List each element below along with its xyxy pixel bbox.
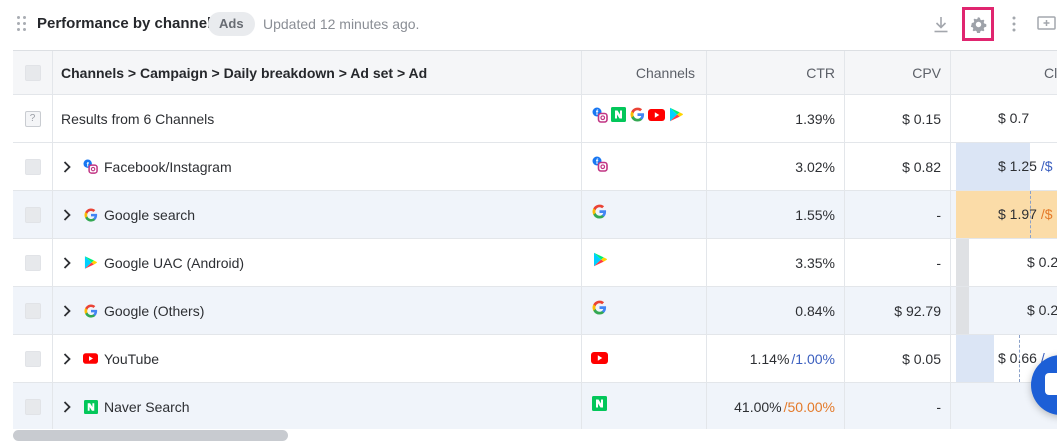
benchmark-bar (956, 287, 969, 334)
more-vertical-icon[interactable] (1001, 11, 1027, 37)
row-cl: $ 0.2 (1027, 302, 1057, 318)
row-ctr: 0.84% (795, 302, 835, 319)
google-play-icon (591, 251, 608, 268)
table-header-row: Channels > Campaign > Daily breakdown > … (13, 51, 1057, 95)
row-cl-benchmark: /$ (1040, 206, 1053, 222)
google-icon (591, 203, 608, 220)
google-play-icon (667, 106, 684, 123)
facebook-instagram-icon: f (591, 155, 608, 172)
row-cl: $ 0.2 (1027, 254, 1057, 270)
row-cpv: - (936, 398, 941, 415)
row-cl: $ 1.25 (998, 158, 1037, 174)
google-icon (629, 106, 646, 123)
table-row[interactable]: f Facebook/Instagram f 3.02% $ 0.82 $ 1.… (13, 143, 1057, 191)
summary-channel-icons: f (582, 95, 707, 142)
youtube-icon (591, 349, 608, 366)
ads-badge: Ads (208, 12, 255, 36)
chevron-right-icon[interactable] (61, 160, 73, 174)
row-checkbox[interactable] (24, 398, 41, 415)
table-row[interactable]: Google search 1.55% - $ 1.97 /$ (13, 191, 1057, 239)
row-cpv: $ 0.82 (902, 158, 941, 175)
row-checkbox[interactable] (24, 350, 41, 367)
chevron-right-icon[interactable] (61, 208, 73, 222)
naver-icon (591, 395, 608, 412)
row-name[interactable]: Google (Others) (104, 303, 204, 319)
drag-handle-icon[interactable] (17, 16, 27, 32)
row-ctr: 1.55% (795, 206, 835, 223)
add-panel-icon[interactable] (1034, 11, 1057, 37)
naver-icon (610, 106, 627, 123)
chevron-right-icon[interactable] (61, 304, 73, 318)
summary-ctr: 1.39% (707, 95, 845, 142)
row-cpv: - (936, 254, 941, 271)
row-cl: $ 0.66 (998, 350, 1037, 366)
row-name[interactable]: Facebook/Instagram (104, 159, 232, 175)
row-ctr: 3.35% (795, 254, 835, 271)
select-all-checkbox[interactable] (24, 64, 41, 81)
table-row[interactable]: Naver Search 41.00%/50.00% - (13, 383, 1057, 429)
google-icon (83, 207, 98, 222)
naver-icon (83, 399, 98, 414)
summary-label: Results from 6 Channels (53, 95, 582, 142)
youtube-icon (648, 106, 665, 123)
benchmark-bar (956, 239, 969, 286)
row-checkbox[interactable] (24, 254, 41, 271)
performance-table: Channels > Campaign > Daily breakdown > … (13, 50, 1057, 429)
summary-row: ? Results from 6 Channels f 1.39% $ 0.15… (13, 95, 1057, 143)
google-icon (591, 299, 608, 316)
table-row[interactable]: YouTube 1.14%/1.00% $ 0.05 $ 0.66 / (13, 335, 1057, 383)
youtube-icon (83, 351, 98, 366)
gear-icon (970, 16, 987, 33)
widget-header: Performance by channel Ads Updated 12 mi… (0, 0, 1057, 50)
download-icon[interactable] (928, 11, 954, 37)
column-header-cpv[interactable]: CPV (845, 51, 951, 94)
row-cl-benchmark: /$ (1040, 158, 1053, 174)
row-name[interactable]: YouTube (104, 351, 159, 367)
widget-title: Performance by channel (37, 15, 212, 32)
row-cl: $ 1.97 (998, 206, 1037, 222)
updated-timestamp: Updated 12 minutes ago. (263, 16, 420, 32)
row-cpv: - (936, 206, 941, 223)
summary-cpv: $ 0.15 (845, 95, 951, 142)
row-name[interactable]: Naver Search (104, 399, 190, 415)
chevron-right-icon[interactable] (61, 256, 73, 270)
help-icon[interactable]: ? (24, 110, 41, 127)
row-checkbox[interactable] (24, 206, 41, 223)
google-play-icon (83, 255, 98, 270)
table-row[interactable]: Google (Others) 0.84% $ 92.79 $ 0.2 (13, 287, 1057, 335)
chevron-right-icon[interactable] (61, 352, 73, 366)
row-ctr-benchmark: /50.00% (783, 398, 835, 415)
settings-button[interactable] (962, 7, 994, 41)
google-icon (83, 303, 98, 318)
facebook-instagram-icon: f (591, 106, 608, 123)
column-header-cl[interactable]: Cl (951, 51, 1057, 94)
row-name[interactable]: Google search (104, 207, 195, 223)
column-header-breakdown[interactable]: Channels > Campaign > Daily breakdown > … (53, 51, 582, 94)
row-name[interactable]: Google UAC (Android) (104, 255, 244, 271)
horizontal-scrollbar[interactable] (13, 430, 288, 441)
column-header-channels[interactable]: Channels (582, 51, 707, 94)
chat-icon (1045, 373, 1057, 395)
summary-cl: $ 0.7 (998, 110, 1030, 126)
row-ctr-benchmark: /1.00% (791, 350, 835, 367)
facebook-instagram-icon: f (83, 159, 98, 174)
column-header-ctr[interactable]: CTR (707, 51, 845, 94)
row-cpv: $ 92.79 (894, 302, 941, 319)
row-cpv: $ 0.05 (902, 350, 941, 367)
row-ctr: 3.02% (795, 158, 835, 175)
chevron-right-icon[interactable] (61, 400, 73, 414)
row-ctr: 41.00% (734, 398, 782, 415)
benchmark-bar (956, 335, 994, 382)
row-checkbox[interactable] (24, 158, 41, 175)
table-row[interactable]: Google UAC (Android) 3.35% - $ 0.2 (13, 239, 1057, 287)
row-ctr: 1.14% (749, 350, 790, 367)
row-checkbox[interactable] (24, 302, 41, 319)
